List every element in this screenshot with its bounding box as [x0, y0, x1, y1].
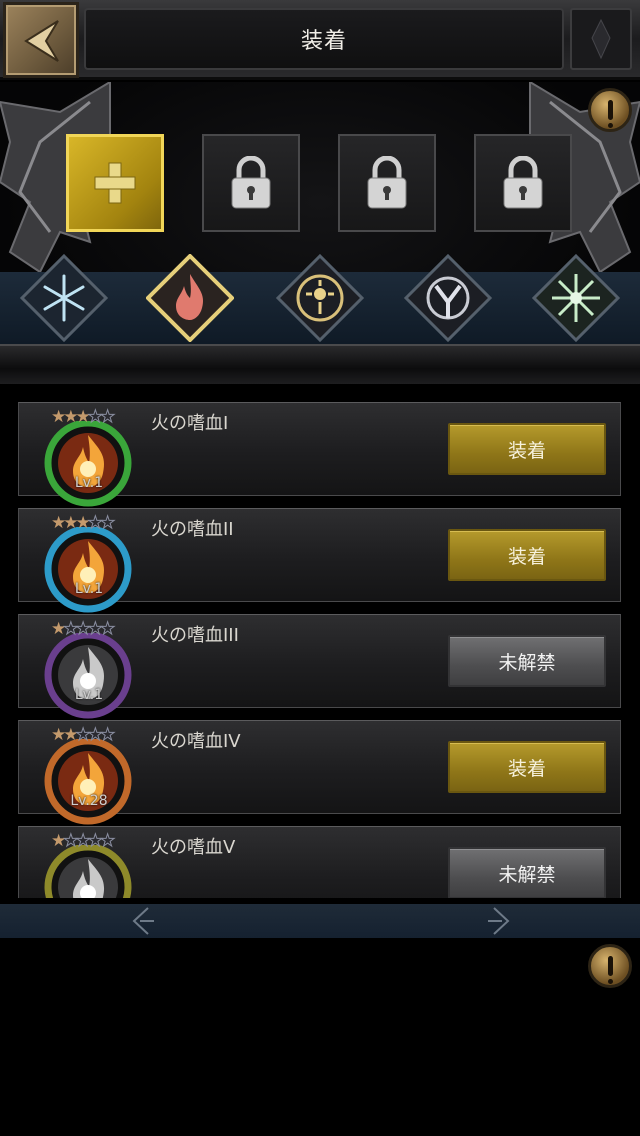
equip-button[interactable]: 装着 — [448, 423, 606, 475]
back-button[interactable] — [3, 2, 79, 78]
padlock-icon — [231, 156, 271, 209]
element-tab-light[interactable] — [276, 254, 364, 342]
padlock-icon — [503, 156, 543, 209]
star-rating: ★★★★★ — [51, 407, 116, 428]
skill-list[interactable]: ★★★★★ Lv.1 火の嗜血I 装着 ★★★★★ Lv.1 火の嗜血II 装着… — [18, 400, 621, 898]
skill-name: 火の嗜血V — [151, 837, 236, 858]
equip-panel — [0, 82, 640, 384]
title-bar: 装着 — [84, 8, 564, 70]
skill-slot-locked[interactable] — [338, 134, 436, 232]
skill-badge-icon — [44, 527, 132, 613]
top-bar: 装着 — [0, 0, 640, 80]
star-rating: ★★★★★ — [51, 831, 116, 852]
skill-badge-icon — [44, 739, 132, 825]
info-button[interactable] — [588, 944, 632, 988]
level-label: Lv.1 — [74, 687, 104, 703]
star-flower-icon — [532, 254, 620, 342]
ornament-icon — [591, 18, 611, 60]
equip-button[interactable]: 装着 — [448, 741, 606, 793]
padlock-icon — [367, 156, 407, 209]
skill-badge-locked-icon — [44, 633, 132, 719]
scroll-left-ornament-icon[interactable] — [126, 904, 160, 938]
menu-ornament-button[interactable] — [570, 8, 632, 70]
scroll-right-ornament-icon[interactable] — [482, 904, 516, 938]
exclamation-icon — [607, 100, 613, 128]
level-label: Lv.1 — [74, 475, 104, 491]
sun-laurel-icon — [276, 254, 364, 342]
panel-divider — [0, 344, 640, 384]
flame-icon — [146, 254, 234, 342]
page-title: 装着 — [300, 29, 347, 54]
element-tab-fire[interactable] — [146, 254, 234, 342]
level-label: Lv.28 — [70, 793, 108, 809]
list-item[interactable]: ★★★★★ Lv.1 火の嗜血II 装着 — [18, 508, 621, 613]
back-arrow-icon — [24, 20, 59, 62]
skill-name: 火の嗜血III — [151, 625, 239, 646]
snowflake-icon — [20, 254, 108, 342]
equip-button[interactable]: 装着 — [448, 529, 606, 581]
list-item[interactable]: ★★★★★ Lv.28 火の嗜血IV 装着 — [18, 720, 621, 825]
plus-icon — [94, 162, 136, 204]
bottom-band — [0, 904, 640, 938]
list-item[interactable]: ★★★★★ Lv.1 火の嗜血I 装着 — [18, 402, 621, 507]
star-rating: ★★★★★ — [51, 725, 116, 746]
star-rating: ★★★★★ — [51, 619, 116, 640]
level-label: Lv.1 — [74, 581, 104, 597]
skill-name: 火の嗜血I — [151, 413, 229, 434]
element-tab-nature[interactable] — [532, 254, 620, 342]
skill-slot-add[interactable] — [66, 134, 164, 232]
info-button[interactable] — [588, 88, 632, 132]
skill-slot-locked[interactable] — [474, 134, 572, 232]
skill-name: 火の嗜血II — [151, 519, 234, 540]
element-tab-wind[interactable] — [404, 254, 492, 342]
list-item[interactable]: ★★★★★ 火の嗜血V 未解禁 — [18, 826, 621, 898]
star-rating: ★★★★★ — [51, 513, 116, 534]
skill-slot-locked[interactable] — [202, 134, 300, 232]
skill-name: 火の嗜血IV — [151, 731, 241, 752]
element-tab-ice[interactable] — [20, 254, 108, 342]
compass-y-icon — [404, 254, 492, 342]
skill-badge-icon — [44, 421, 132, 507]
list-item[interactable]: ★★★★★ Lv.1 火の嗜血III 未解禁 — [18, 614, 621, 719]
locked-button[interactable]: 未解禁 — [448, 847, 606, 898]
exclamation-icon — [607, 956, 613, 984]
skill-badge-locked-icon — [44, 845, 132, 898]
locked-button[interactable]: 未解禁 — [448, 635, 606, 687]
